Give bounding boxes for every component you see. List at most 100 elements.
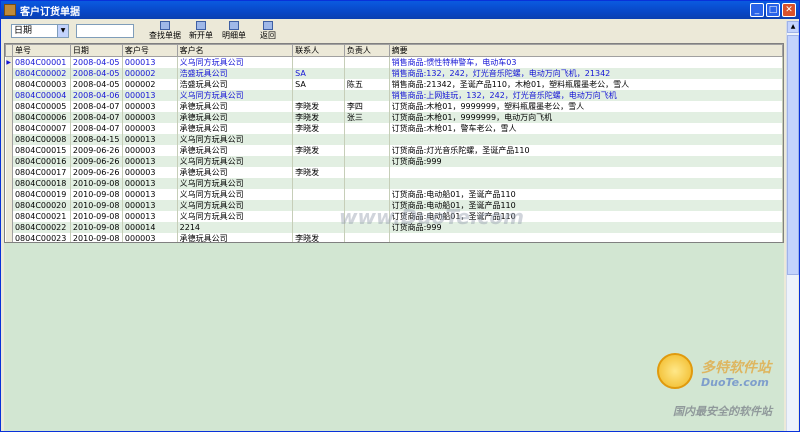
chevron-down-icon[interactable]: ▼	[57, 25, 68, 37]
table-cell[interactable]: 义乌同方玩具公司	[177, 178, 294, 189]
table-cell[interactable]: 000013	[122, 90, 178, 101]
row-indicator[interactable]	[5, 68, 13, 79]
table-row[interactable]: 0804C00004 2008-04-06 000013 义乌同方玩具公司 销售商品:上…	[5, 90, 783, 101]
row-indicator[interactable]	[5, 112, 13, 123]
table-cell[interactable]: 000013	[122, 200, 178, 211]
table-cell[interactable]: 李晓发	[292, 101, 345, 112]
column-header[interactable]: 客户号	[121, 44, 178, 57]
table-cell[interactable]: 承德玩具公司	[177, 145, 294, 156]
table-cell[interactable]: 陈五	[344, 79, 390, 90]
table-cell[interactable]: 000013	[122, 156, 178, 167]
table-cell[interactable]: 浩盛玩具公司	[177, 79, 294, 90]
table-cell[interactable]: 0804C00017	[12, 167, 71, 178]
table-cell[interactable]: 000003	[122, 123, 178, 134]
row-indicator[interactable]	[5, 200, 13, 211]
table-cell[interactable]: 销售商品:惯性特种警车，电动车03	[389, 56, 783, 68]
table-row[interactable]: 0804C00023 2010-09-08 000003 承德玩具公司 李晓发	[5, 233, 783, 242]
scroll-up-icon[interactable]: ▲	[787, 21, 799, 33]
table-row[interactable]: 0804C00005 2008-04-07 000003 承德玩具公司 李晓发 李四 订货商…	[5, 101, 783, 112]
table-cell[interactable]: 义乌同方玩具公司	[177, 211, 294, 222]
table-cell[interactable]: 订货商品:木枪01，9999999，塑料瓶履墨老公，雪人	[389, 101, 783, 112]
table-cell[interactable]: 000003	[122, 233, 178, 242]
table-cell[interactable]: 浩盛玩具公司	[177, 68, 294, 79]
table-row[interactable]: 0804C00007 2008-04-07 000003 承德玩具公司 李晓发 订货商品:…	[5, 123, 783, 134]
table-row[interactable]: 0804C00017 2009-06-26 000003 承德玩具公司 李晓发	[5, 167, 783, 178]
table-row[interactable]: 0804C00016 2009-06-26 000013 义乌同方玩具公司 订货商品:9…	[5, 156, 783, 167]
table-cell[interactable]	[389, 167, 783, 178]
table-cell[interactable]: 0804C00018	[12, 178, 71, 189]
column-header[interactable]: 摘要	[388, 44, 783, 57]
table-row[interactable]: 0804C00008 2008-04-15 000013 义乌同方玩具公司	[5, 134, 783, 145]
table-cell[interactable]	[292, 189, 345, 200]
row-indicator[interactable]	[5, 211, 13, 222]
table-cell[interactable]: 2009-06-26	[70, 167, 123, 178]
table-cell[interactable]: 承德玩具公司	[177, 167, 294, 178]
table-cell[interactable]	[344, 233, 390, 242]
table-cell[interactable]: 0804C00020	[12, 200, 71, 211]
table-cell[interactable]: 李晓发	[292, 233, 345, 242]
table-cell[interactable]: 000014	[122, 222, 178, 233]
table-cell[interactable]: 2010-09-08	[70, 233, 123, 242]
table-cell[interactable]: 000013	[122, 56, 178, 68]
table-cell[interactable]: SA	[292, 68, 345, 79]
table-cell[interactable]: 张三	[344, 112, 390, 123]
table-cell[interactable]	[344, 68, 390, 79]
table-cell[interactable]	[389, 233, 783, 242]
table-cell[interactable]: 销售商品:上网娃玩，132，242，灯光音乐陀螺，电动万向飞机	[389, 90, 783, 101]
table-cell[interactable]: 000003	[122, 112, 178, 123]
table-cell[interactable]: 0804C00004	[12, 90, 71, 101]
table-cell[interactable]: 李晓发	[292, 112, 345, 123]
table-cell[interactable]: 0804C00015	[12, 145, 71, 156]
table-cell[interactable]: 义乌同方玩具公司	[177, 134, 294, 145]
table-row[interactable]: 0804C00002 2008-04-05 000002 浩盛玩具公司 SA 销售商品:1…	[5, 68, 783, 79]
table-cell[interactable]: 李四	[344, 101, 390, 112]
row-indicator[interactable]	[5, 79, 13, 90]
row-indicator[interactable]	[5, 123, 13, 134]
table-row[interactable]: 0804C00019 2010-09-08 000013 义乌同方玩具公司 订货商品:电…	[5, 189, 783, 200]
table-cell[interactable]: 承德玩具公司	[177, 101, 294, 112]
table-cell[interactable]	[344, 178, 390, 189]
table-cell[interactable]: 2008-04-07	[70, 101, 123, 112]
table-cell[interactable]: 000013	[122, 134, 178, 145]
row-indicator[interactable]: ▶	[5, 56, 13, 68]
table-cell[interactable]	[344, 90, 390, 101]
table-cell[interactable]: 李晓发	[292, 167, 345, 178]
table-cell[interactable]: 义乌同方玩具公司	[177, 156, 294, 167]
table-cell[interactable]	[292, 178, 345, 189]
new-order-button[interactable]: 新开单	[187, 21, 215, 41]
table-cell[interactable]: 000013	[122, 178, 178, 189]
table-cell[interactable]: 2010-09-08	[70, 178, 123, 189]
table-cell[interactable]: 0804C00002	[12, 68, 71, 79]
table-cell[interactable]: 2214	[177, 222, 294, 233]
row-indicator[interactable]	[5, 90, 13, 101]
detail-order-button[interactable]: 明细单	[221, 21, 247, 41]
table-cell[interactable]	[344, 56, 390, 68]
table-cell[interactable]: 000002	[122, 68, 178, 79]
table-cell[interactable]: 0804C00001	[12, 56, 71, 68]
table-cell[interactable]: 0804C00019	[12, 189, 71, 200]
table-cell[interactable]: 2008-04-07	[70, 123, 123, 134]
row-indicator[interactable]	[5, 222, 13, 233]
vertical-scrollbar[interactable]: ▲	[786, 21, 799, 431]
table-cell[interactable]: 承德玩具公司	[177, 123, 294, 134]
table-cell[interactable]: 0804C00021	[12, 211, 71, 222]
row-indicator[interactable]	[5, 189, 13, 200]
table-cell[interactable]: 义乌同方玩具公司	[177, 200, 294, 211]
table-cell[interactable]	[292, 90, 345, 101]
row-indicator[interactable]	[5, 167, 13, 178]
table-cell[interactable]	[344, 123, 390, 134]
row-indicator[interactable]	[5, 134, 13, 145]
table-cell[interactable]: 2008-04-05	[70, 68, 123, 79]
table-cell[interactable]: 2008-04-05	[70, 79, 123, 90]
column-header[interactable]: 单号	[11, 44, 71, 57]
table-row[interactable]: 0804C00006 2008-04-07 000003 承德玩具公司 李晓发 张三 订货商…	[5, 112, 783, 123]
table-cell[interactable]: 0804C00005	[12, 101, 71, 112]
table-cell[interactable]: 000003	[122, 167, 178, 178]
table-row[interactable]: ▶ 0804C00001 2008-04-05 000013 义乌同方玩具公司 销售商品:…	[5, 56, 783, 68]
table-cell[interactable]	[389, 134, 783, 145]
table-cell[interactable]: 义乌同方玩具公司	[177, 56, 294, 68]
table-row[interactable]: 0804C00015 2009-06-26 000003 承德玩具公司 李晓发 订货商品:…	[5, 145, 783, 156]
row-indicator[interactable]	[5, 156, 13, 167]
column-header[interactable]: 客户名	[176, 44, 294, 57]
return-button[interactable]: 返回	[258, 21, 278, 41]
